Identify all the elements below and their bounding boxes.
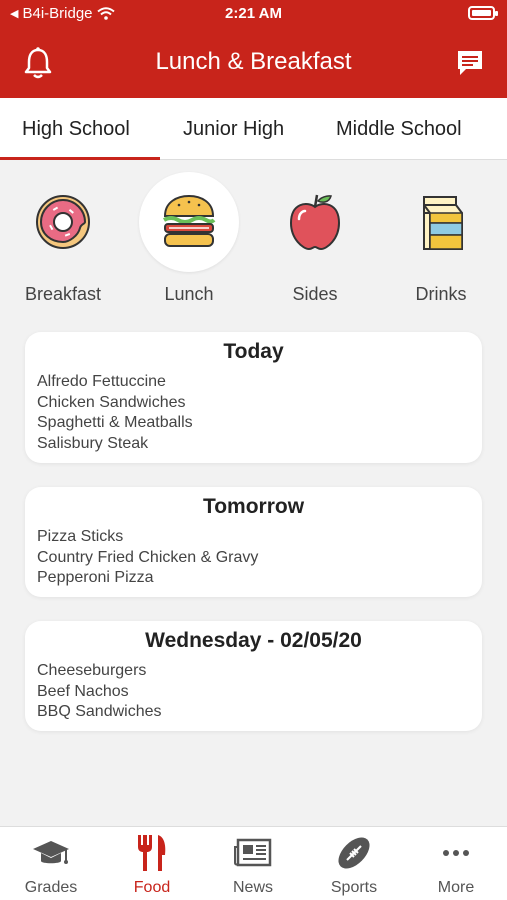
more-dots-icon: [416, 833, 496, 873]
nav-label: News: [232, 879, 273, 896]
milk-carton-icon: [391, 172, 491, 272]
tab-junior-high[interactable]: Junior High: [183, 118, 284, 141]
menu-item: Beef Nachos: [37, 682, 129, 700]
nav-label: Grades: [24, 879, 78, 896]
nav-label: Food: [133, 879, 171, 896]
category-label: Lunch: [164, 284, 214, 304]
menu-item: Country Fried Chicken & Gravy: [37, 548, 259, 566]
fork-knife-icon: [112, 833, 192, 873]
category-sides[interactable]: Sides: [260, 172, 370, 305]
tab-high-school[interactable]: High School: [22, 118, 130, 141]
category-breakfast[interactable]: Breakfast: [8, 172, 118, 305]
category-label: Drinks: [415, 284, 467, 304]
category-lunch[interactable]: Lunch: [134, 172, 244, 305]
newspaper-icon: [213, 833, 293, 873]
battery-icon: [468, 6, 498, 20]
bottom-nav: Grades Food News Sports More: [0, 826, 507, 900]
card-title: Tomorrow: [202, 495, 305, 518]
menu-card-tomorrow: Tomorrow Pizza Sticks Country Fried Chic…: [25, 487, 482, 597]
burger-icon: [139, 172, 239, 272]
nav-news[interactable]: News: [213, 833, 293, 897]
status-time: 2:21 AM: [225, 5, 282, 22]
tab-middle-school[interactable]: Middle School: [336, 118, 462, 141]
category-label: Sides: [292, 284, 338, 304]
menu-item: Chicken Sandwiches: [37, 393, 186, 411]
nav-sports[interactable]: Sports: [314, 833, 394, 897]
nav-more[interactable]: More: [416, 833, 496, 897]
football-icon: [314, 833, 394, 873]
status-bar: ◀ B4i-Bridge 2:21 AM: [0, 0, 507, 28]
menu-item: Alfredo Fettuccine: [37, 373, 166, 390]
app-header: ◀ B4i-Bridge 2:21 AM Lunch & Breakfast: [0, 0, 507, 98]
menu-item: Salisbury Steak: [37, 434, 149, 452]
card-title: Wednesday - 02/05/20: [145, 629, 362, 652]
menu-card-today: Today Alfredo Fettuccine Chicken Sandwic…: [25, 332, 482, 463]
nav-food[interactable]: Food: [112, 833, 192, 897]
nav-bar: Lunch & Breakfast: [0, 28, 507, 98]
card-title: Today: [223, 340, 284, 363]
category-selector: Breakfast Lunch Sides Drinks: [0, 172, 507, 312]
apple-icon: [265, 172, 365, 272]
category-label: Breakfast: [24, 284, 102, 304]
menu-card-wednesday: Wednesday - 02/05/20 Cheeseburgers Beef …: [25, 621, 482, 731]
nav-label: Sports: [330, 879, 378, 896]
nav-label: More: [437, 879, 475, 896]
menu-item: Pepperoni Pizza: [37, 569, 154, 586]
menu-item: BBQ Sandwiches: [37, 703, 162, 720]
page-title: Lunch & Breakfast: [155, 48, 352, 75]
category-drinks[interactable]: Drinks: [386, 172, 496, 305]
menu-item: Cheeseburgers: [37, 662, 147, 679]
tab-indicator: [0, 157, 160, 160]
graduation-cap-icon: [11, 833, 91, 873]
menu-item: Spaghetti & Meatballs: [37, 414, 193, 431]
menu-item: Pizza Sticks: [37, 528, 124, 545]
school-tabs: High School Junior High Middle School: [0, 98, 507, 160]
chat-icon[interactable]: [455, 48, 485, 78]
nav-grades[interactable]: Grades: [11, 833, 91, 897]
donut-icon: [13, 172, 113, 272]
